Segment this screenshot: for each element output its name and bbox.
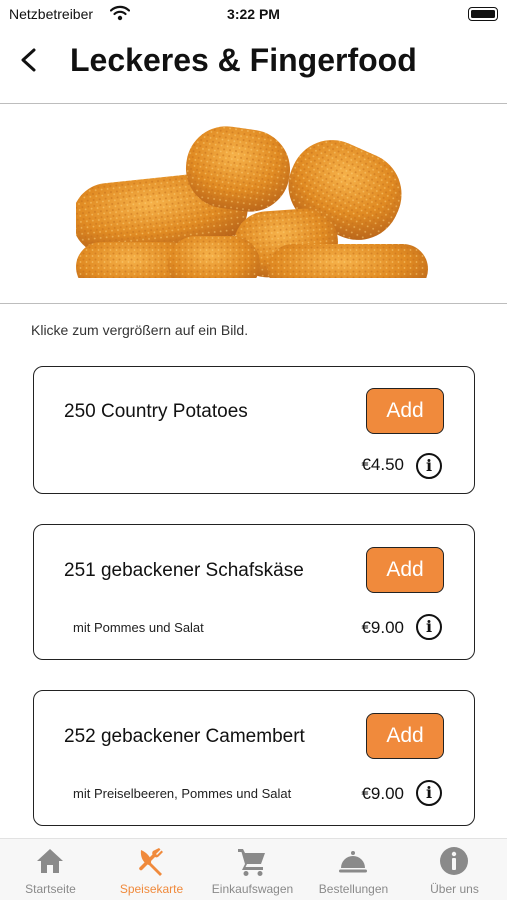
tab-label: Über uns [430,882,479,896]
tab-label: Bestellungen [318,882,389,896]
tab-einkaufswagen[interactable]: Einkaufswagen [202,839,303,900]
info-icon[interactable]: i [416,453,442,479]
menu-item-card: 250 Country Potatoes Add €4.50 i [33,366,475,494]
menu-item-description: mit Preiselbeeren, Pommes und Salat [73,786,292,801]
menu-item-description: mit Pommes und Salat [73,620,204,635]
cart-icon [238,849,265,876]
tab-bestellungen[interactable]: Bestellungen [303,839,404,900]
menu-item-card: 251 gebackener Schafskäse Add mit Pommes… [33,524,475,660]
page-title: Leckeres & Fingerfood [70,42,417,78]
back-chevron-icon[interactable] [14,44,44,76]
enlarge-hint: Klicke zum vergrößern auf ein Bild. [31,322,249,338]
menu-item-price: €4.50 [361,455,404,474]
menu-item-title: 250 Country Potatoes [64,401,248,422]
add-button[interactable]: Add [366,713,444,759]
menu-item-title: 251 gebackener Schafskäse [64,560,304,581]
info-icon[interactable]: i [416,614,442,640]
menu-item-price: €9.00 [361,618,404,637]
status-bar: Netzbetreiber 3:22 PM [0,0,507,28]
tab-ueber-uns[interactable]: Über uns [404,839,505,900]
info-icon [440,847,468,875]
tab-label: Einkaufswagen [211,882,294,896]
tab-bar: Startseite Speisekarte Einkaufswagen Bes… [0,838,507,900]
tab-label: Startseite [25,882,76,896]
cloche-icon [339,851,367,873]
battery-icon [468,7,498,21]
info-icon[interactable]: i [416,780,442,806]
add-button[interactable]: Add [366,547,444,593]
home-icon [37,849,63,873]
croquettes-image[interactable] [76,126,428,278]
tab-speisekarte[interactable]: Speisekarte [101,839,202,900]
fork-knife-icon [139,848,163,876]
tab-startseite[interactable]: Startseite [0,839,101,900]
menu-item-price: €9.00 [361,784,404,803]
menu-item-title: 252 gebackener Camembert [64,726,305,747]
tab-label: Speisekarte [119,882,184,896]
clock: 3:22 PM [227,6,280,22]
add-button[interactable]: Add [366,388,444,434]
navigation-header: Leckeres & Fingerfood [0,30,507,104]
category-image-area [0,104,507,304]
menu-item-card: 252 gebackener Camembert Add mit Preisel… [33,690,475,826]
